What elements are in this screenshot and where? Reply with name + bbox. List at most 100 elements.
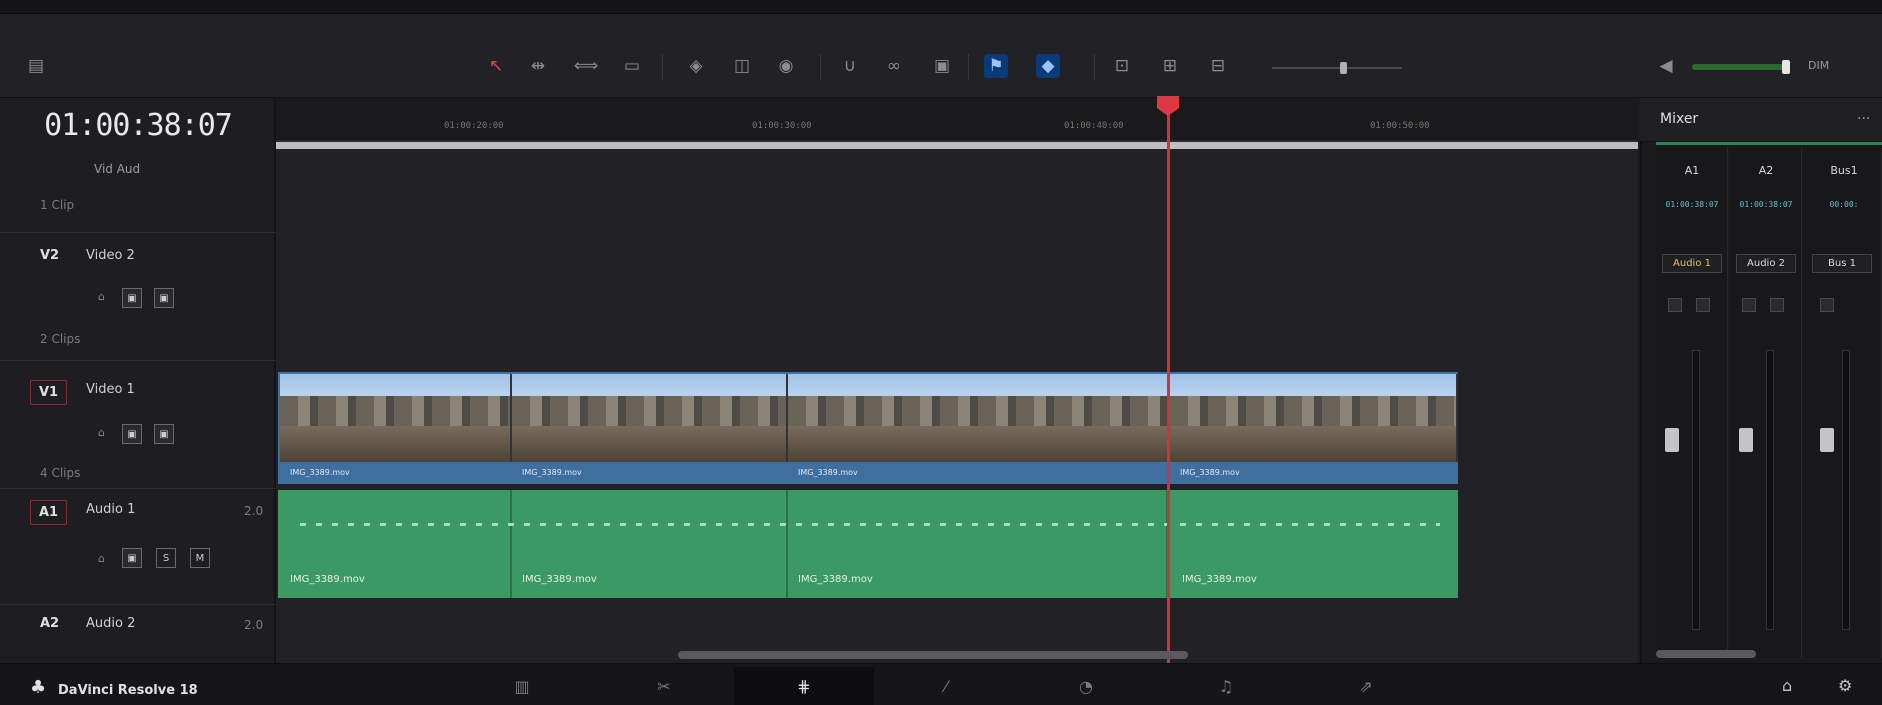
video-clip[interactable] — [280, 374, 512, 462]
snap-icon[interactable]: ∪ — [838, 54, 862, 78]
timecode-display[interactable]: 01:00:38:07 — [0, 108, 276, 143]
lock-icon[interactable]: ⌂ — [98, 290, 110, 304]
replace-icon[interactable]: ◉ — [774, 54, 798, 78]
dynamic-trim-icon[interactable]: ⟺ — [574, 54, 598, 78]
cut-page-button[interactable]: ✂ — [594, 667, 734, 705]
track-name-v1[interactable]: Video 1 — [86, 382, 135, 397]
media-page-button[interactable]: ▥ — [452, 667, 592, 705]
mute-button[interactable]: M — [190, 548, 210, 568]
mixer-channel-timecode: 00:00: — [1829, 200, 1859, 209]
video-clip-name: IMG_3389.mov — [798, 468, 858, 477]
insert-icon[interactable]: ◈ — [684, 54, 708, 78]
mixer-options-button[interactable]: ··· — [1857, 111, 1870, 127]
mixer-channel-label: A1 — [1684, 164, 1700, 177]
monitor-volume-handle[interactable] — [1782, 60, 1790, 74]
mixer-track-name[interactable]: Audio 1 — [1662, 254, 1722, 273]
mixer-channel-label: A2 — [1758, 164, 1774, 177]
track-divider — [0, 360, 276, 361]
track-divider — [0, 604, 276, 605]
home-icon[interactable]: ⌂ — [1782, 676, 1792, 695]
top-strip — [0, 0, 1882, 14]
audio-waveform — [300, 523, 1440, 526]
video-clip-name: IMG_3389.mov — [522, 468, 582, 477]
pointer-icon[interactable]: ↖ — [484, 54, 508, 78]
track-id-a2[interactable]: A2 — [40, 616, 59, 631]
playhead-line[interactable] — [1167, 100, 1170, 663]
video-clip[interactable] — [788, 374, 1170, 462]
track-divider — [0, 488, 276, 489]
link-icon[interactable]: ∞ — [882, 54, 906, 78]
overwrite-icon[interactable]: ◫ — [730, 54, 754, 78]
lock-icon[interactable]: ▣ — [930, 54, 954, 78]
audio-clip-name: IMG_3389.mov — [1182, 574, 1257, 585]
mixer-solo-button[interactable] — [1742, 298, 1756, 312]
mixer-fader-knob[interactable] — [1665, 428, 1679, 452]
mixer-mute-button[interactable] — [1770, 298, 1784, 312]
mixer-solo-button[interactable] — [1668, 298, 1682, 312]
zoom-detail-icon[interactable]: ⊞ — [1158, 54, 1182, 78]
audio-clip-name: IMG_3389.mov — [522, 574, 597, 585]
auto-select-button[interactable]: ▣ — [122, 548, 142, 568]
mixer-title: Mixer — [1660, 111, 1699, 127]
mixer-accent-bar — [1656, 142, 1882, 145]
auto-select-button[interactable]: ▣ — [122, 288, 142, 308]
lock-icon[interactable]: ⌂ — [98, 426, 110, 440]
auto-select-button[interactable]: ▣ — [122, 424, 142, 444]
mixer-fader-track[interactable] — [1766, 350, 1774, 630]
mixer-fader-knob[interactable] — [1739, 428, 1753, 452]
flag-icon[interactable]: ⚑ — [984, 54, 1008, 78]
toolbar-separator — [1094, 54, 1095, 80]
zoom-slider-track[interactable] — [1272, 67, 1402, 69]
lock-icon[interactable]: ⌂ — [98, 552, 110, 566]
zoom-slider-handle[interactable] — [1340, 62, 1347, 74]
audio-clip-name: IMG_3389.mov — [290, 574, 365, 585]
layout-icon[interactable]: ▤ — [24, 54, 48, 78]
enable-track-button[interactable]: ▣ — [154, 424, 174, 444]
video-clip-name: IMG_3389.mov — [290, 468, 350, 477]
video-clip[interactable] — [512, 374, 788, 462]
track-id-v1[interactable]: V1 — [30, 380, 68, 405]
v1-clip-count: 2 Clips — [40, 332, 81, 346]
timeline-range-bar[interactable] — [276, 142, 1638, 149]
mixer-fader-track[interactable] — [1692, 350, 1700, 630]
ruler-label: 01:00:20:00 — [444, 121, 504, 131]
timeline-ruler[interactable] — [276, 98, 1638, 142]
mixer-fader-knob[interactable] — [1820, 428, 1834, 452]
track-name-a1[interactable]: Audio 1 — [86, 502, 135, 517]
track-name-a2[interactable]: Audio 2 — [86, 616, 135, 631]
timeline-horizontal-scrollbar[interactable] — [678, 651, 1188, 659]
color-page-button[interactable]: ◔ — [1016, 667, 1156, 705]
solo-button[interactable]: S — [156, 548, 176, 568]
video-clip[interactable] — [1170, 374, 1458, 462]
speaker-icon[interactable]: ◀ — [1654, 54, 1678, 78]
mixer-scrollbar[interactable] — [1656, 650, 1756, 658]
track-divider — [0, 232, 276, 233]
track-id-a1[interactable]: A1 — [30, 500, 68, 525]
mixer-mute-button[interactable] — [1820, 298, 1834, 312]
mixer-track-name[interactable]: Bus 1 — [1812, 254, 1872, 273]
mixer-track-name[interactable]: Audio 2 — [1736, 254, 1796, 273]
edit-page-button[interactable]: ⋕ — [734, 667, 874, 705]
track-name-v2[interactable]: Video 2 — [86, 248, 135, 263]
ruler-label: 01:00:50:00 — [1370, 121, 1430, 131]
a1-clip-count: 4 Clips — [40, 466, 81, 480]
toolbar-separator — [968, 54, 969, 80]
deliver-page-button[interactable]: ⇗ — [1296, 667, 1436, 705]
dim-button[interactable]: DIM — [1808, 59, 1829, 72]
mixer-mute-button[interactable] — [1696, 298, 1710, 312]
v2-clip-count: 1 Clip — [40, 198, 75, 212]
track-id-v2[interactable]: V2 — [40, 248, 59, 263]
trim-icon[interactable]: ⇹ — [526, 54, 550, 78]
resolve-logo-icon: ♣ — [30, 677, 47, 698]
zoom-fit-icon[interactable]: ⊡ — [1110, 54, 1134, 78]
marker-icon[interactable]: ◆ — [1036, 54, 1060, 78]
mixer-fader-track[interactable] — [1842, 350, 1850, 630]
settings-icon[interactable]: ⚙ — [1838, 676, 1852, 695]
zoom-custom-icon[interactable]: ⊟ — [1206, 54, 1230, 78]
fairlight-page-button[interactable]: ♫ — [1156, 667, 1296, 705]
blade-icon[interactable]: ▭ — [620, 54, 644, 78]
fusion-page-button[interactable]: ⁄ — [876, 667, 1016, 705]
monitor-volume-slider[interactable] — [1692, 64, 1788, 70]
enable-track-button[interactable]: ▣ — [154, 288, 174, 308]
ruler-label: 01:00:30:00 — [752, 121, 812, 131]
